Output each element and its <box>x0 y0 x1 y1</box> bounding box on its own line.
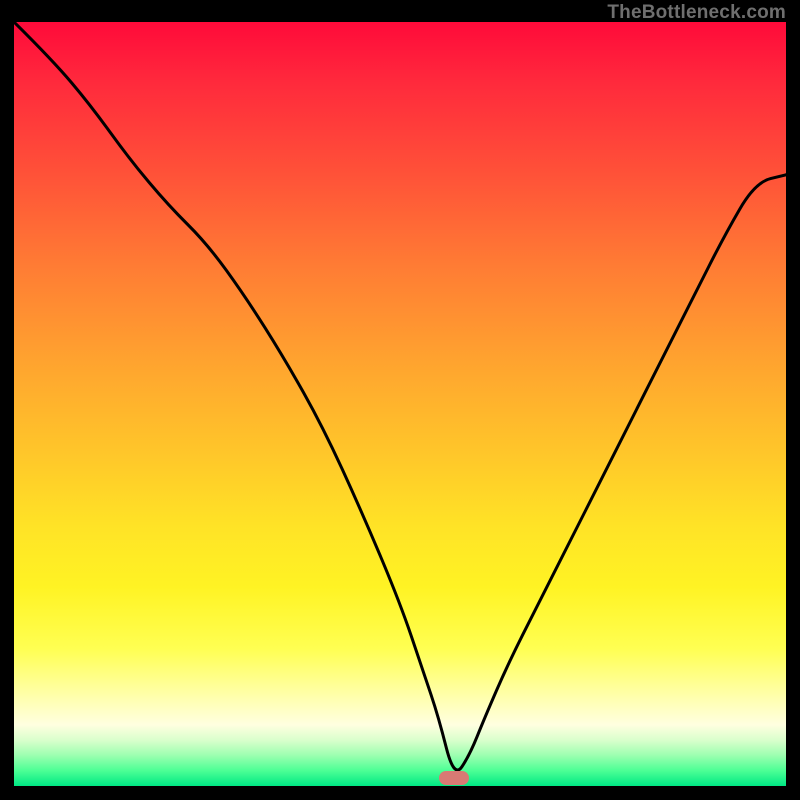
bottleneck-curve <box>14 22 786 786</box>
optimal-point-marker <box>439 771 469 785</box>
chart-frame: TheBottleneck.com <box>0 0 800 800</box>
plot-area <box>14 22 786 786</box>
source-attribution: TheBottleneck.com <box>607 2 786 24</box>
